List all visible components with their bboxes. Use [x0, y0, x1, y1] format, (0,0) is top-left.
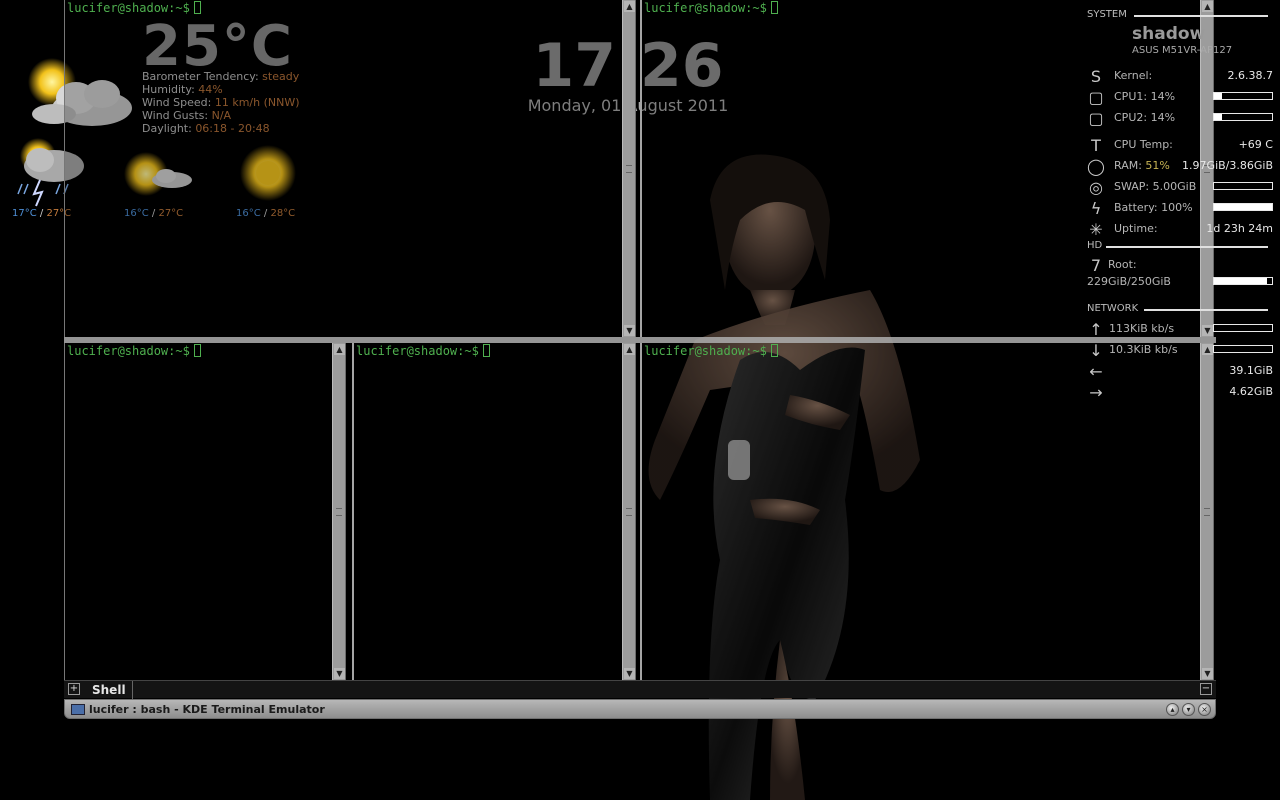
- new-tab-icon[interactable]: +: [68, 683, 80, 695]
- minimize-icon[interactable]: ▴: [1166, 703, 1179, 716]
- battery-bar-fill: [1214, 204, 1272, 210]
- cpu1-row: ▢ CPU1: 14%: [1087, 88, 1273, 107]
- terminal-prompt: lucifer@shadow:~$: [644, 1, 778, 15]
- section-system: SYSTEM: [1087, 9, 1127, 20]
- scroll-grip[interactable]: [626, 164, 632, 173]
- cpu2-bar-fill: [1214, 114, 1223, 120]
- window-titlebar[interactable]: lucifer : bash - KDE Terminal Emulator ▴…: [64, 699, 1216, 719]
- scrollbar[interactable]: ▲ ▼: [622, 0, 636, 337]
- battery-row: ϟ Battery: 100%: [1087, 199, 1273, 218]
- terminal-window[interactable]: lucifer@shadow:~$ ▲ ▼ lucifer@shadow:~$ ▲…: [64, 0, 1216, 720]
- total-up-row: → 4.62GiB: [1087, 383, 1273, 402]
- divider: [1134, 15, 1268, 17]
- kernel-row: S Kernel: 2.6.38.7: [1087, 67, 1273, 86]
- scroll-down-arrow-icon[interactable]: ▼: [334, 668, 345, 679]
- divider: [1144, 309, 1268, 311]
- ram-row: ◯ RAM: 51% 1.97GiB/3.86GiB: [1087, 157, 1273, 176]
- arrow-right-icon: →: [1089, 383, 1103, 402]
- total-down-row: ← 39.1GiB: [1087, 362, 1273, 381]
- swap-icon: ◎: [1089, 178, 1103, 197]
- hostname: shadow: [1132, 24, 1206, 44]
- terminal-app-icon[interactable]: [71, 704, 85, 715]
- scroll-grip[interactable]: [626, 507, 632, 516]
- maximize-icon[interactable]: ▾: [1182, 703, 1195, 716]
- scroll-up-arrow-icon[interactable]: ▲: [624, 344, 635, 355]
- terminal-pane-3[interactable]: lucifer@shadow:~$: [64, 343, 332, 680]
- section-network: NETWORK: [1087, 303, 1139, 314]
- close-tab-icon[interactable]: −: [1200, 683, 1212, 695]
- cpu-icon: ▢: [1088, 88, 1104, 107]
- upload-speed-row: ↑ 113KiB kb/s: [1087, 320, 1273, 339]
- section-hd: HD: [1087, 240, 1103, 251]
- cpu2-bar: [1213, 113, 1273, 121]
- download-speed-row: ↓ 10.3KiB kb/s: [1087, 341, 1273, 360]
- root-row: 7 Root:: [1087, 256, 1273, 275]
- scroll-grip[interactable]: [1204, 507, 1210, 516]
- terminal-prompt: lucifer@shadow:~$: [67, 344, 201, 358]
- thermometer-icon: T: [1091, 136, 1101, 155]
- text-cursor: [770, 344, 778, 357]
- close-icon[interactable]: ×: [1198, 703, 1211, 716]
- memory-icon: ◯: [1087, 157, 1105, 176]
- window-title: lucifer : bash - KDE Terminal Emulator: [89, 703, 325, 716]
- upload-graph: [1213, 324, 1273, 332]
- root-usage-row: 229GiB/250GiB: [1087, 274, 1273, 290]
- scrollbar[interactable]: ▲ ▼: [622, 343, 636, 680]
- terminal-prompt: lucifer@shadow:~$: [644, 344, 778, 358]
- terminal-pane-4[interactable]: lucifer@shadow:~$: [352, 343, 622, 680]
- forecast-day-1: 17°C / 27°C: [12, 208, 72, 219]
- terminal-pane-1[interactable]: lucifer@shadow:~$: [64, 0, 622, 337]
- text-cursor: [770, 1, 778, 14]
- uptime-icon: ✳: [1089, 220, 1103, 239]
- root-bar: [1213, 277, 1273, 285]
- root-bar-fill: [1214, 278, 1268, 284]
- scroll-grip[interactable]: [336, 507, 342, 516]
- battery-bar: [1213, 203, 1273, 211]
- text-cursor: [482, 344, 490, 357]
- arrow-left-icon: ←: [1089, 362, 1103, 381]
- swap-row: ◎ SWAP: 5.00GiB: [1087, 178, 1273, 197]
- scroll-up-arrow-icon[interactable]: ▲: [334, 344, 345, 355]
- scroll-down-arrow-icon[interactable]: ▼: [624, 668, 635, 679]
- kernel-icon: S: [1090, 67, 1102, 86]
- cpu1-bar-fill: [1214, 93, 1223, 99]
- text-cursor: [193, 1, 201, 14]
- disk-icon: 7: [1090, 256, 1102, 275]
- cpu-temp-row: T CPU Temp: +69 C: [1087, 136, 1273, 155]
- tab-bar: + Shell −: [64, 680, 1216, 699]
- tab-shell[interactable]: Shell: [86, 681, 133, 699]
- cpu2-row: ▢ CPU2: 14%: [1087, 109, 1273, 128]
- arrow-up-icon: ↑: [1089, 320, 1103, 339]
- cpu1-bar: [1213, 92, 1273, 100]
- swap-bar: [1213, 182, 1273, 190]
- text-cursor: [193, 344, 201, 357]
- scroll-up-arrow-icon[interactable]: ▲: [624, 1, 635, 12]
- scroll-down-arrow-icon[interactable]: ▼: [1202, 668, 1213, 679]
- scroll-down-arrow-icon[interactable]: ▼: [624, 325, 635, 336]
- battery-bolt-icon: ϟ: [1090, 199, 1102, 218]
- terminal-prompt: lucifer@shadow:~$: [356, 344, 490, 358]
- arrow-down-icon: ↓: [1089, 341, 1103, 360]
- machine-model: ASUS M51VR-AP127: [1132, 45, 1233, 56]
- system-monitor: SYSTEM shadow ASUS M51VR-AP127 S Kernel:…: [1082, 0, 1280, 410]
- uptime-row: ✳ Uptime: 1d 23h 24m: [1087, 220, 1273, 239]
- scrollbar[interactable]: ▲ ▼: [332, 343, 346, 680]
- cpu-icon: ▢: [1088, 109, 1104, 128]
- divider: [1106, 246, 1268, 248]
- terminal-prompt: lucifer@shadow:~$: [67, 1, 201, 15]
- download-graph: [1213, 345, 1273, 353]
